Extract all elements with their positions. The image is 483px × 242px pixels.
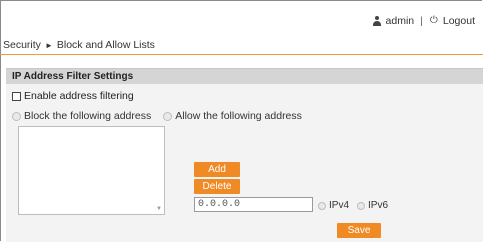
ipv4-radio[interactable]: [318, 201, 326, 210]
enable-filtering-label: Enable address filtering: [24, 90, 134, 102]
ipv4-label: IPv4: [329, 200, 350, 211]
header-divider: [0, 54, 483, 55]
address-list[interactable]: ▼: [18, 126, 165, 215]
block-radio-label: Block the following address: [24, 110, 152, 122]
username-label: admin: [385, 15, 415, 27]
breadcrumb: Security ► Block and Allow Lists: [3, 39, 155, 51]
user-icon: [372, 16, 382, 26]
allow-radio[interactable]: [163, 111, 173, 121]
breadcrumb-current: Block and Allow Lists: [56, 39, 155, 51]
delete-button[interactable]: Delete: [194, 179, 240, 194]
enable-filtering-row: Enable address filtering: [12, 90, 134, 102]
breadcrumb-parent[interactable]: Security: [3, 39, 41, 51]
save-button[interactable]: Save: [337, 223, 381, 238]
allow-radio-label: Allow the following address: [175, 110, 302, 122]
enable-filtering-checkbox[interactable]: [12, 91, 21, 101]
ipv6-radio[interactable]: [357, 201, 366, 210]
filter-mode-row: Block the following address Allow the fo…: [12, 110, 302, 122]
breadcrumb-arrow-icon: ►: [44, 41, 53, 50]
top-user-bar: admin | ⏻ Logout: [372, 14, 475, 28]
power-icon[interactable]: ⏻: [429, 16, 439, 26]
add-button[interactable]: Add: [194, 162, 240, 177]
block-radio[interactable]: [12, 111, 21, 121]
ip-address-input[interactable]: 0.0.0.0: [194, 197, 313, 212]
scroll-down-icon[interactable]: ▼: [156, 206, 162, 212]
ipv6-label: IPv6: [368, 200, 389, 211]
header-separator: |: [420, 15, 423, 27]
ip-version-row: IPv4 IPv6: [318, 200, 388, 211]
logout-link[interactable]: Logout: [443, 15, 475, 27]
section-title: IP Address Filter Settings: [6, 68, 483, 84]
